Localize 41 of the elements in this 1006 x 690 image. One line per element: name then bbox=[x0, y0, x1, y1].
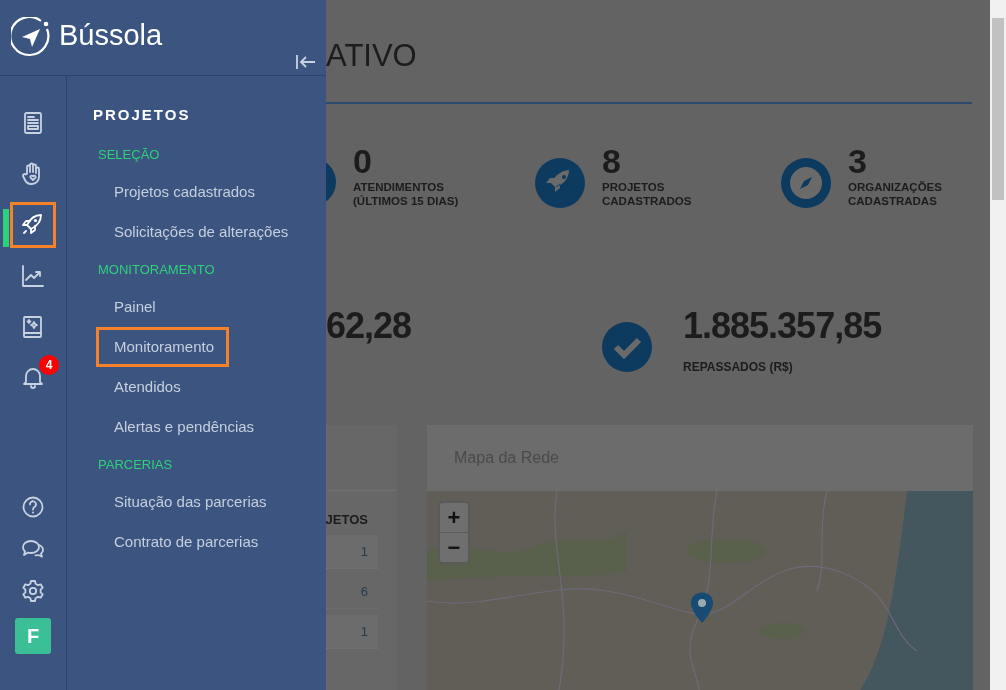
section-label: PARCERIAS bbox=[97, 457, 174, 473]
column-header: JETOS bbox=[326, 510, 369, 529]
table-cell: 1 bbox=[326, 615, 378, 649]
sidebar-icon-button[interactable]: 4 bbox=[10, 355, 56, 401]
menu-item[interactable]: Solicitações de alterações bbox=[96, 212, 304, 252]
stat-label: PROJETOS CADASTRADOS bbox=[602, 180, 693, 208]
stat-value: 3 bbox=[848, 142, 868, 180]
stat-value: 8 bbox=[602, 142, 622, 180]
zoom-in-button[interactable]: + bbox=[440, 503, 468, 533]
collapse-sidebar-button[interactable] bbox=[294, 52, 318, 72]
notification-badge: 4 bbox=[39, 355, 59, 375]
total-value: 1.885.357,85 bbox=[683, 308, 882, 344]
bell-icon bbox=[20, 365, 46, 391]
compass-logo-icon bbox=[11, 17, 53, 59]
menu-item[interactable]: Painel bbox=[96, 287, 171, 327]
rocket-icon bbox=[535, 158, 585, 208]
menu-item[interactable]: Atendidos bbox=[96, 367, 196, 407]
active-indicator bbox=[3, 209, 9, 247]
line-chart-icon bbox=[20, 263, 46, 289]
section-label: MONITORAMENTO bbox=[97, 262, 216, 278]
compass-icon bbox=[781, 158, 831, 208]
checkmark-icon bbox=[602, 322, 652, 372]
menu-title: PROJETOS bbox=[93, 106, 192, 124]
help-icon bbox=[20, 494, 46, 520]
stat-label: ORGANIZAÇÕES CADASTRADAS bbox=[848, 180, 943, 208]
menu-item[interactable]: Situação das parcerias bbox=[96, 482, 282, 522]
settings-icon bbox=[20, 578, 46, 604]
stat-label: ATENDIMENTOS (ÚLTIMOS 15 DIAS) bbox=[353, 180, 460, 208]
stat-value: 0 bbox=[353, 142, 373, 180]
brand-name: Bússola bbox=[59, 21, 163, 50]
scrollbar[interactable] bbox=[990, 0, 1006, 690]
menu-item[interactable]: Contrato de parcerias bbox=[96, 522, 274, 562]
zoom-out-button[interactable]: − bbox=[440, 533, 468, 562]
section-label: SELEÇÃO bbox=[97, 147, 161, 163]
total-label: REPASSADOS (R$) bbox=[683, 359, 794, 376]
menu-item[interactable]: Monitoramento bbox=[96, 327, 230, 367]
page-title: ATIVO bbox=[326, 40, 417, 71]
menu-item[interactable]: Alertas e pendências bbox=[96, 407, 270, 447]
menu-item[interactable]: Projetos cadastrados bbox=[96, 172, 270, 212]
table-cell: 1 bbox=[326, 535, 378, 569]
total-value: 62,28 bbox=[326, 308, 412, 344]
